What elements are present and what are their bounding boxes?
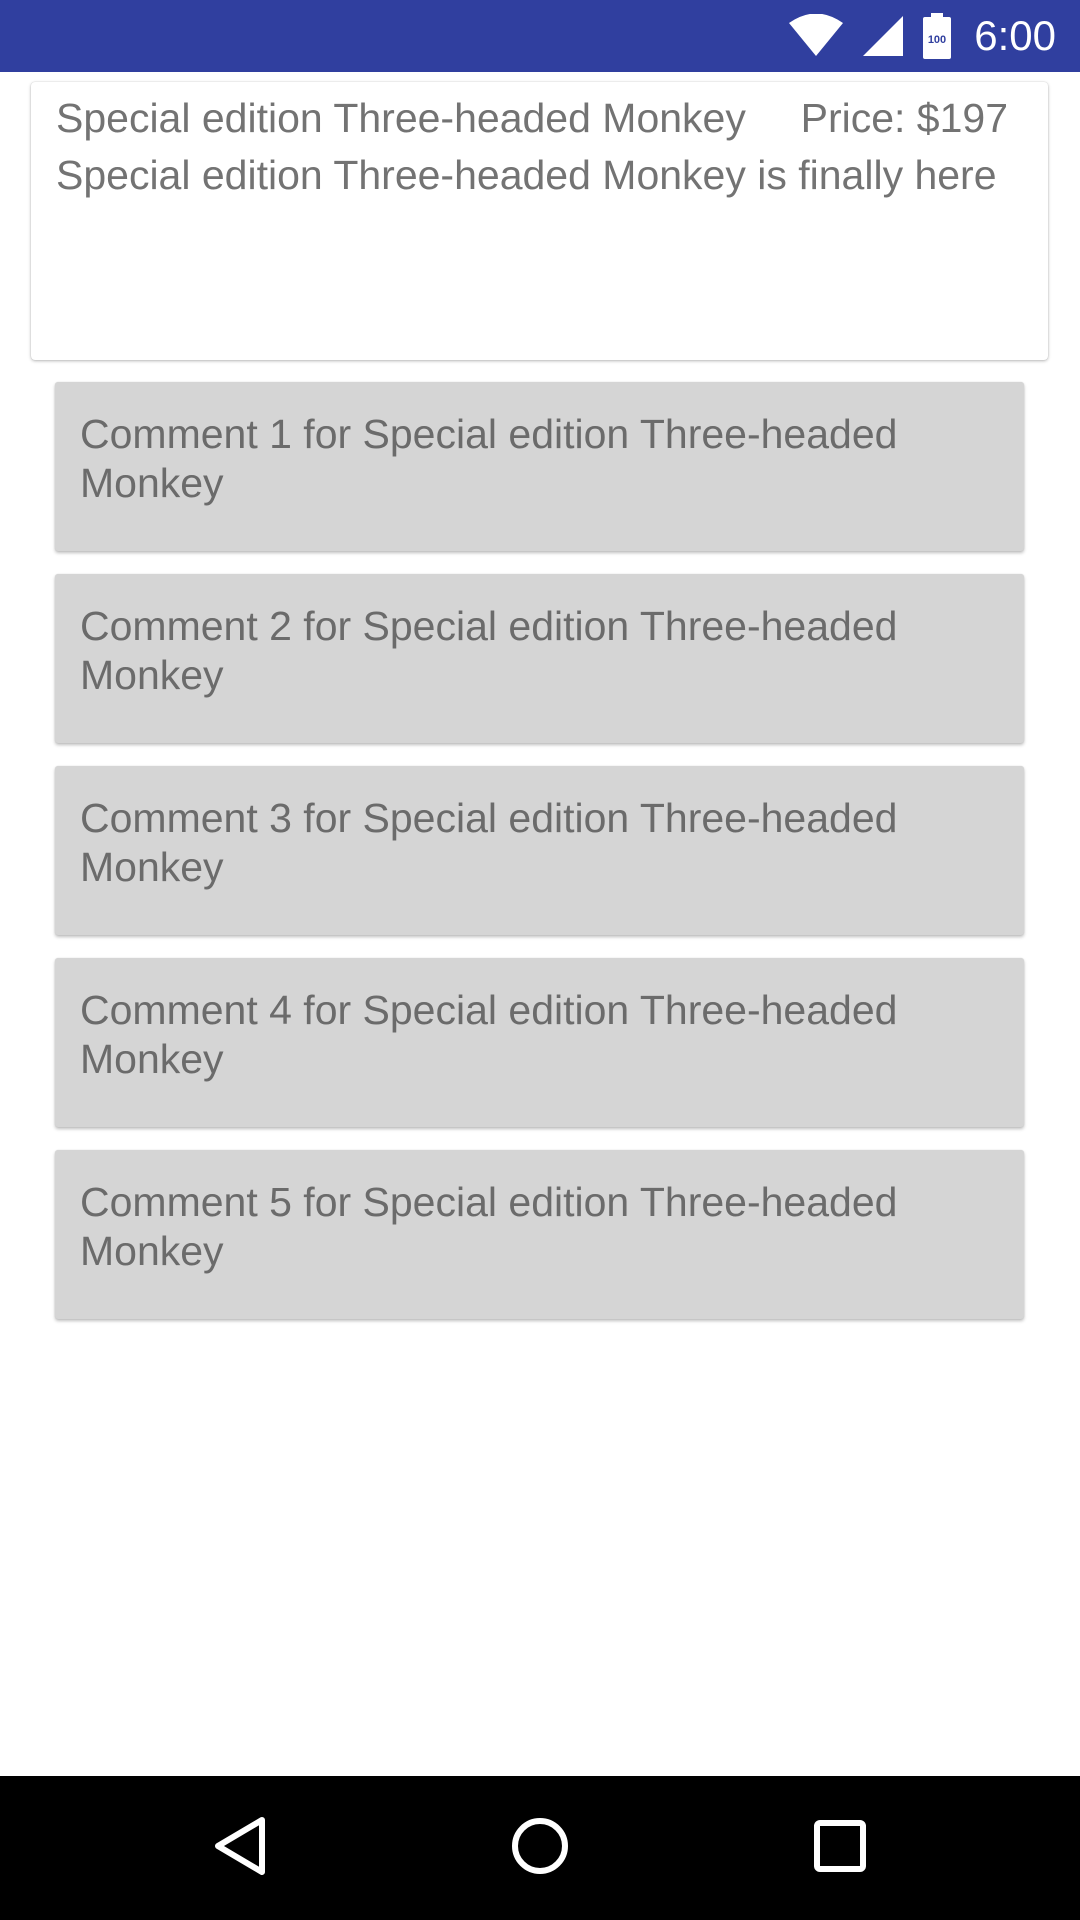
wifi-icon — [788, 14, 844, 58]
battery-level-text: 100 — [928, 34, 946, 46]
comment-text: Comment 3 for Special edition Three-head… — [80, 795, 898, 890]
home-icon — [510, 1816, 570, 1881]
comment-item[interactable]: Comment 5 for Special edition Three-head… — [55, 1150, 1024, 1319]
product-header: Special edition Three-headed Monkey Pric… — [56, 88, 1008, 148]
status-icons: 100 6:00 — [788, 0, 1056, 72]
product-description: Special edition Three-headed Monkey is f… — [56, 152, 997, 198]
back-button[interactable] — [160, 1776, 320, 1920]
home-button[interactable] — [460, 1776, 620, 1920]
product-card[interactable]: Special edition Three-headed Monkey Pric… — [31, 82, 1048, 360]
comment-item[interactable]: Comment 3 for Special edition Three-head… — [55, 766, 1024, 935]
product-name: Special edition Three-headed Monkey — [56, 95, 746, 141]
status-bar: 100 6:00 — [0, 0, 1080, 72]
comment-text: Comment 5 for Special edition Three-head… — [80, 1179, 898, 1274]
product-price: Price: $197 — [800, 95, 1008, 141]
navigation-bar — [0, 1776, 1080, 1920]
recents-button[interactable] — [760, 1776, 920, 1920]
comment-text: Comment 2 for Special edition Three-head… — [80, 603, 898, 698]
battery-icon: 100 — [922, 13, 952, 59]
comment-item[interactable]: Comment 2 for Special edition Three-head… — [55, 574, 1024, 743]
back-icon — [212, 1816, 268, 1881]
comment-text: Comment 1 for Special edition Three-head… — [80, 411, 898, 506]
signal-icon — [862, 15, 904, 57]
recents-icon — [813, 1819, 867, 1878]
status-time: 6:00 — [974, 12, 1056, 59]
comment-text: Comment 4 for Special edition Three-head… — [80, 987, 898, 1082]
comment-item[interactable]: Comment 4 for Special edition Three-head… — [55, 958, 1024, 1127]
screen: 100 6:00 Special edition Three-headed Mo… — [0, 0, 1080, 1920]
comment-item[interactable]: Comment 1 for Special edition Three-head… — [55, 382, 1024, 551]
